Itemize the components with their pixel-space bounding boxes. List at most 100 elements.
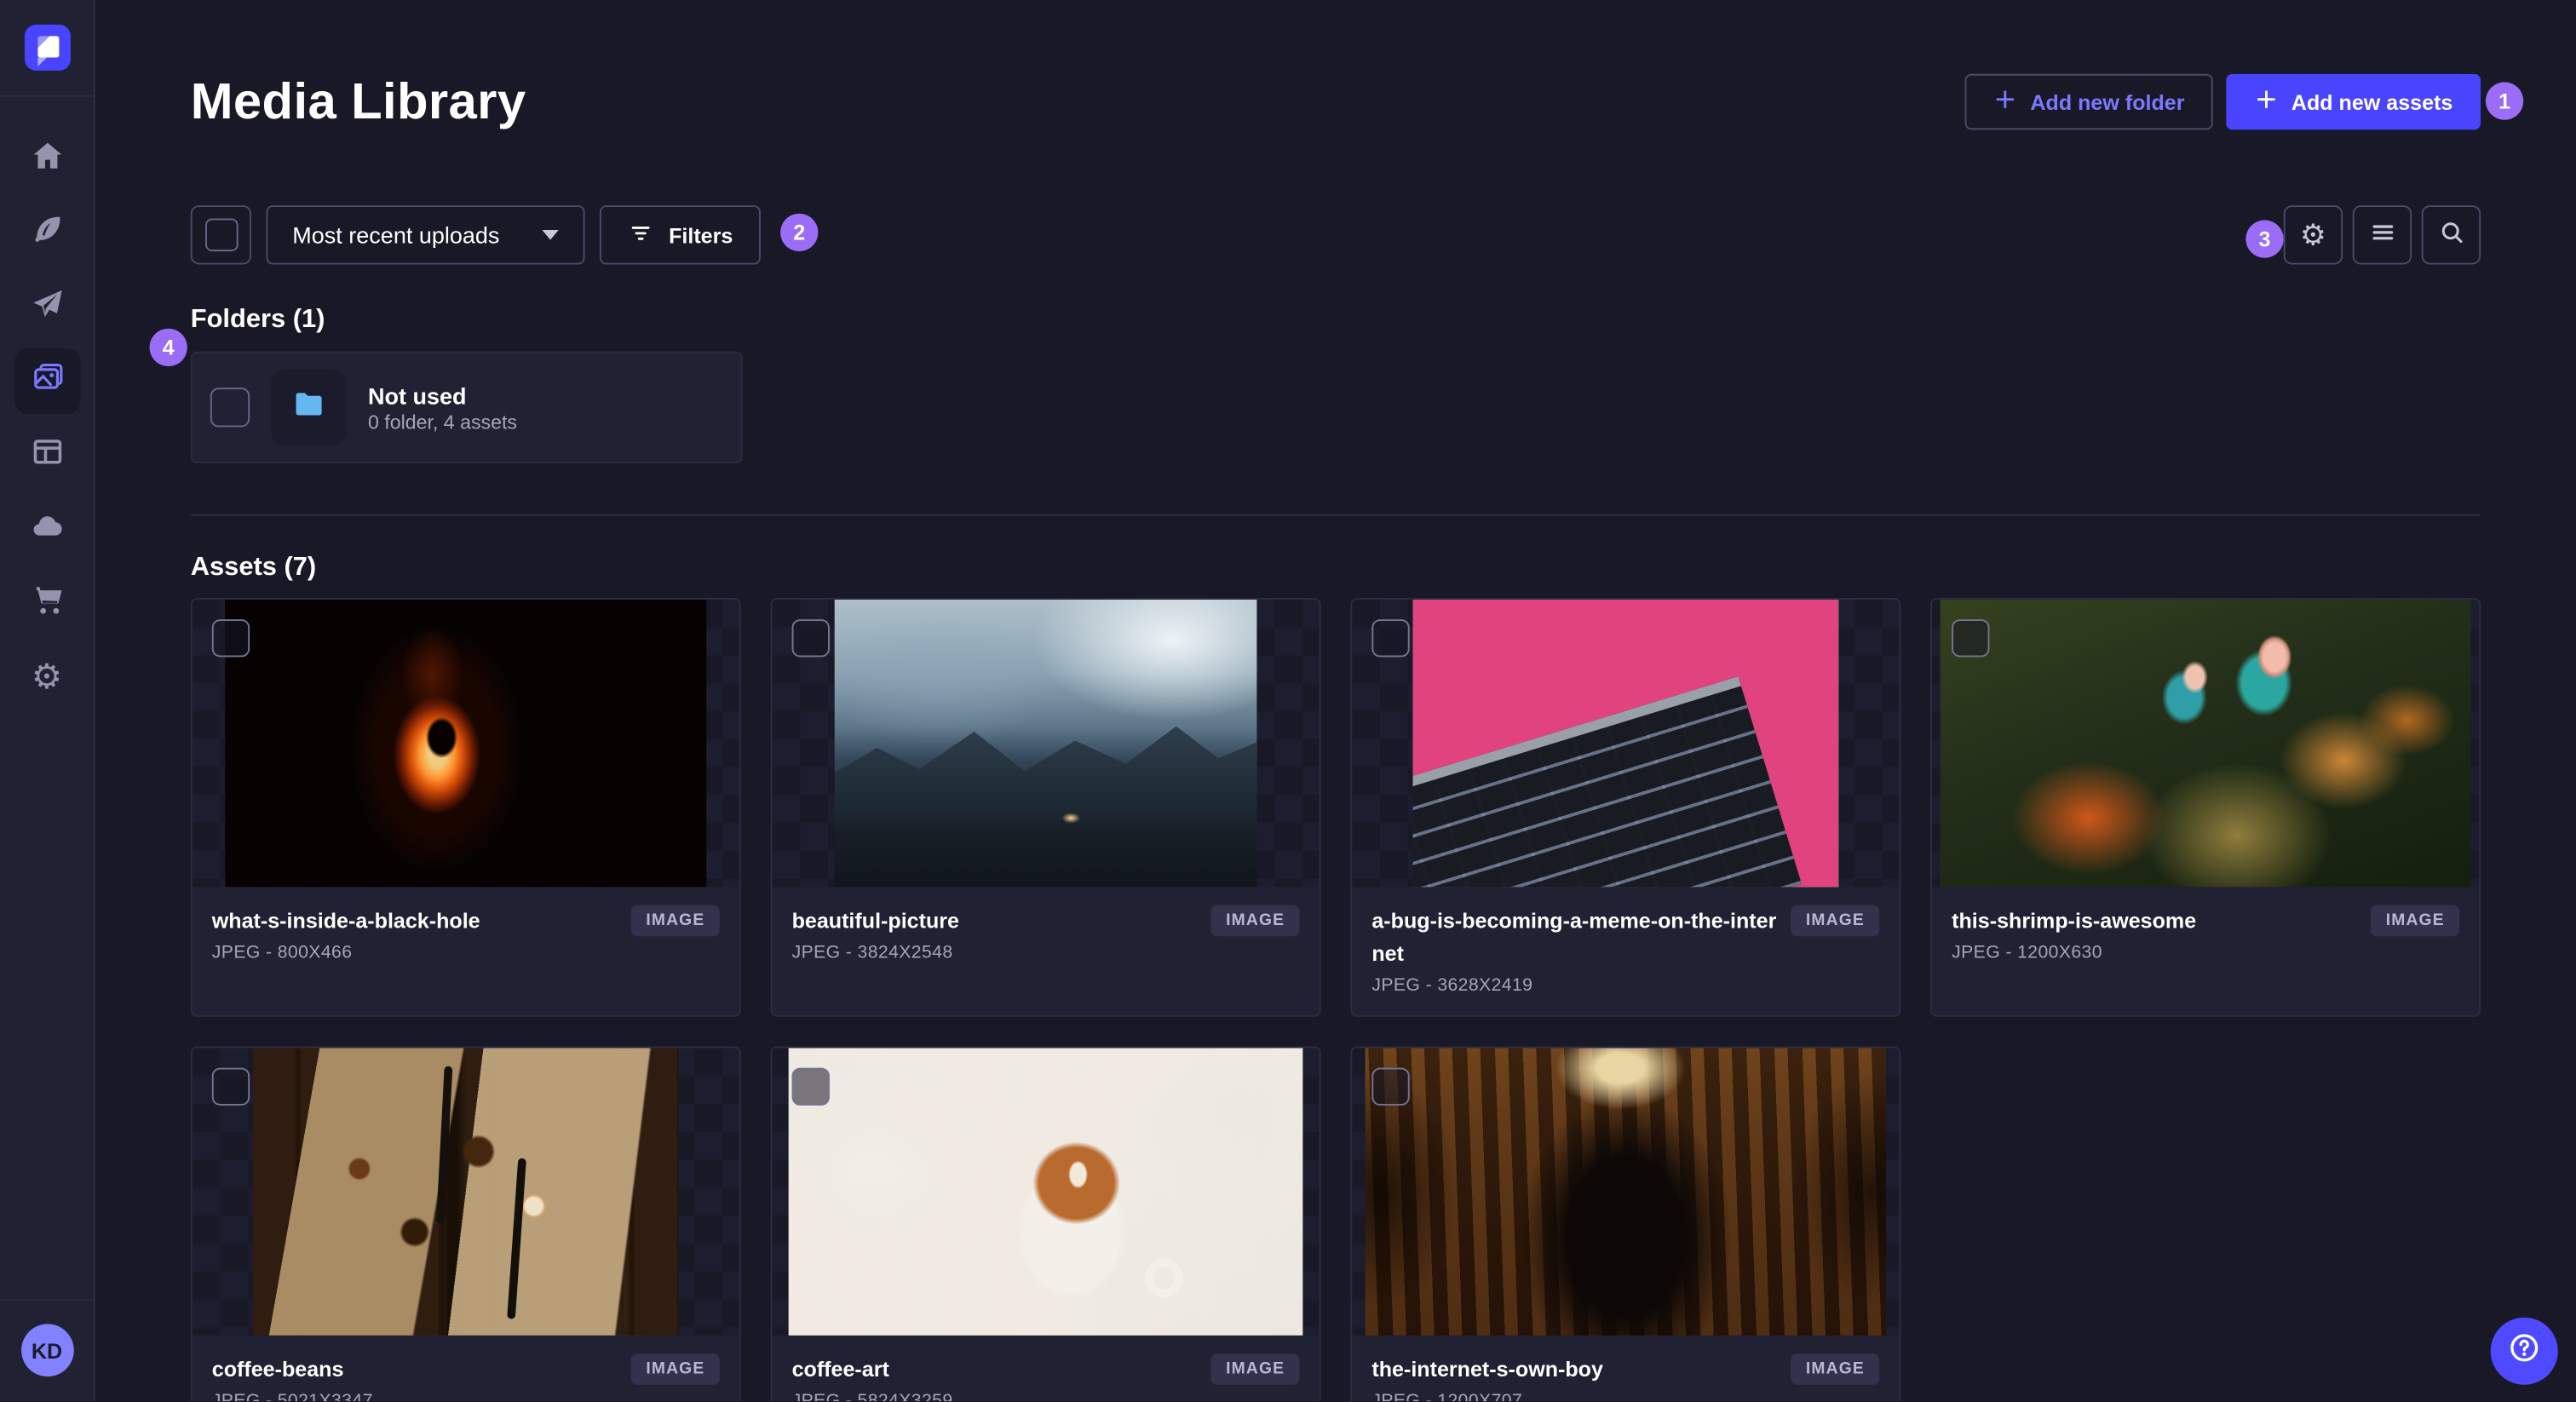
folder-card[interactable]: Not used 0 folder, 4 assets xyxy=(190,351,743,463)
select-all-checkbox[interactable] xyxy=(190,205,252,265)
filters-button[interactable]: Filters xyxy=(600,205,762,265)
page-title: Media Library xyxy=(190,72,526,130)
assets-heading: Assets (7) xyxy=(190,553,317,582)
layout-icon xyxy=(29,433,65,477)
main-content: Media Library Add new folder Add new ass… xyxy=(95,0,2576,1402)
list-view-button[interactable] xyxy=(2352,205,2412,265)
asset-card[interactable]: what-s-inside-a-black-hole JPEG - 800X46… xyxy=(190,598,741,1018)
page-header: Media Library Add new folder Add new ass… xyxy=(191,72,2481,131)
folders-heading: Folders (1) xyxy=(190,305,325,334)
asset-image xyxy=(835,599,1256,888)
section-divider xyxy=(190,514,2481,516)
asset-thumbnail xyxy=(1932,599,2480,888)
asset-image xyxy=(1366,1048,1886,1336)
sidebar-item-marketplace[interactable] xyxy=(14,570,79,635)
asset-type-badge: IMAGE xyxy=(630,905,720,937)
asset-checkbox[interactable] xyxy=(211,1068,250,1106)
filters-label: Filters xyxy=(669,222,733,248)
help-button[interactable] xyxy=(2490,1317,2558,1385)
sort-dropdown[interactable]: Most recent uploads xyxy=(266,205,585,265)
asset-type-badge: IMAGE xyxy=(1210,905,1300,937)
search-icon xyxy=(2437,219,2465,252)
sidebar-item-media-library[interactable] xyxy=(14,348,80,414)
asset-thumbnail xyxy=(1352,1048,1900,1336)
chevron-down-icon xyxy=(542,230,559,240)
cloud-icon xyxy=(29,507,65,551)
filter-icon xyxy=(628,219,654,250)
asset-thumbnail xyxy=(772,1048,1320,1336)
folder-checkbox[interactable] xyxy=(210,388,250,428)
asset-thumbnail xyxy=(192,1048,739,1336)
sidebar: ⚙ KD xyxy=(0,0,95,1402)
toolbar-left: Most recent uploads Filters xyxy=(190,205,762,265)
asset-card[interactable]: beautiful-picture JPEG - 3824X2548 IMAGE xyxy=(770,598,1321,1018)
sidebar-item-release[interactable] xyxy=(14,274,79,340)
asset-thumbnail xyxy=(772,599,1320,888)
asset-caption: beautiful-picture JPEG - 3824X2548 IMAGE xyxy=(772,887,1319,1015)
folder-tile xyxy=(271,369,347,445)
asset-type-badge: IMAGE xyxy=(1791,1353,1880,1386)
tour-step-badge-1[interactable]: 1 xyxy=(2485,82,2524,120)
asset-meta: JPEG - 1200X630 xyxy=(1952,943,2102,963)
list-icon xyxy=(2368,219,2396,252)
sort-dropdown-value: Most recent uploads xyxy=(292,221,500,249)
asset-type-badge: IMAGE xyxy=(630,1353,720,1386)
images-icon xyxy=(29,359,65,403)
toolbar: Most recent uploads Filters ⚙ xyxy=(190,205,2481,265)
asset-meta: JPEG - 3628X2419 xyxy=(1371,976,1533,997)
asset-meta: JPEG - 3824X2548 xyxy=(791,943,953,963)
asset-thumbnail xyxy=(192,599,739,888)
asset-checkbox[interactable] xyxy=(791,619,830,658)
asset-card[interactable]: coffee-beans JPEG - 5021X3347 IMAGE xyxy=(190,1047,741,1402)
asset-image xyxy=(1940,599,2471,888)
home-icon xyxy=(29,137,65,181)
tour-step-badge-4[interactable]: 4 xyxy=(149,328,187,367)
folder-meta: 0 folder, 4 assets xyxy=(368,411,517,434)
asset-meta: JPEG - 5021X3347 xyxy=(212,1392,720,1401)
asset-image xyxy=(225,599,707,888)
sidebar-item-deploy[interactable] xyxy=(14,496,79,561)
asset-checkbox[interactable] xyxy=(1371,1068,1410,1106)
asset-meta: JPEG - 800X466 xyxy=(211,943,353,963)
asset-caption: coffee-beans JPEG - 5021X3347 IMAGE xyxy=(193,1336,739,1401)
search-button[interactable] xyxy=(2421,205,2481,265)
tour-step-badge-2[interactable]: 2 xyxy=(780,213,819,252)
folders-list: Not used 0 folder, 4 assets xyxy=(190,351,2481,463)
asset-type-badge: IMAGE xyxy=(1791,905,1880,937)
asset-type-badge: IMAGE xyxy=(1210,1353,1300,1386)
add-new-assets-button[interactable]: Add new assets xyxy=(2225,73,2481,130)
folder-icon xyxy=(290,385,326,429)
sidebar-item-content[interactable] xyxy=(14,200,79,266)
asset-caption: this-shrimp-is-awesome JPEG - 1200X630 I… xyxy=(1932,887,2479,1015)
add-new-folder-button[interactable]: Add new folder xyxy=(1964,73,2213,130)
sidebar-nav: ⚙ xyxy=(14,127,80,710)
paper-plane-icon xyxy=(29,285,65,330)
asset-type-badge: IMAGE xyxy=(2371,905,2460,937)
asset-meta: JPEG - 5824X3259 xyxy=(792,1392,1300,1401)
plus-icon xyxy=(2253,87,2278,117)
strapi-logo[interactable] xyxy=(23,24,70,71)
asset-card[interactable]: a-bug-is-becoming-a-meme-on-the-internet… xyxy=(1350,598,1901,1018)
gear-icon: ⚙ xyxy=(2299,218,2326,252)
user-avatar[interactable]: KD xyxy=(20,1324,73,1377)
tour-step-badge-3[interactable]: 3 xyxy=(2245,220,2284,258)
view-settings-button[interactable]: ⚙ xyxy=(2283,205,2343,265)
asset-caption: the-internet-s-own-boy JPEG - 1200X707 I… xyxy=(1352,1336,1899,1401)
asset-card[interactable]: the-internet-s-own-boy JPEG - 1200X707 I… xyxy=(1350,1047,1901,1402)
asset-caption: a-bug-is-becoming-a-meme-on-the-internet… xyxy=(1352,887,1899,1015)
asset-card[interactable]: this-shrimp-is-awesome JPEG - 1200X630 I… xyxy=(1930,598,2481,1018)
asset-card[interactable]: coffee-art JPEG - 5824X3259 IMAGE xyxy=(770,1047,1321,1402)
checkbox xyxy=(204,218,238,252)
sidebar-item-settings[interactable]: ⚙ xyxy=(14,644,79,710)
plus-icon xyxy=(1992,87,2017,117)
sidebar-item-home[interactable] xyxy=(14,127,79,192)
asset-checkbox[interactable] xyxy=(1952,619,1990,658)
asset-checkbox[interactable] xyxy=(1371,619,1410,658)
asset-caption: what-s-inside-a-black-hole JPEG - 800X46… xyxy=(193,887,739,1015)
question-circle-icon xyxy=(2507,1330,2542,1372)
sidebar-item-content-type-builder[interactable] xyxy=(14,422,79,488)
asset-checkbox[interactable] xyxy=(791,1068,830,1106)
asset-checkbox[interactable] xyxy=(211,619,250,658)
asset-image xyxy=(1412,599,1839,888)
folder-name: Not used xyxy=(368,382,467,409)
